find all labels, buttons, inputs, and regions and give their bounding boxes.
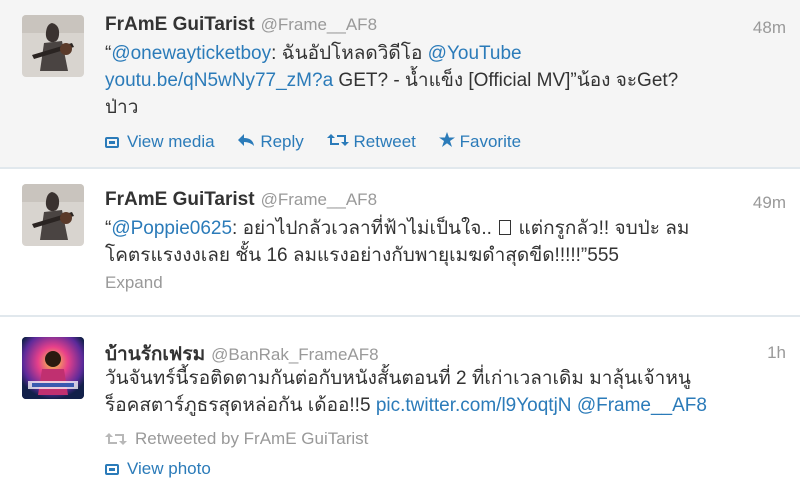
media-icon xyxy=(105,137,119,148)
retweet-label: Retweet xyxy=(353,132,416,151)
reply-button[interactable]: Reply xyxy=(237,132,304,152)
reply-label: Reply xyxy=(260,132,304,151)
expand-link[interactable]: Expand xyxy=(105,273,163,293)
url-link[interactable]: youtu.be/qN5wNy77_zM?a xyxy=(105,70,333,91)
view-photo-label: View photo xyxy=(127,459,211,478)
tweet-text-segment: แต่กรูกลัว!! จบป่ะ ลม xyxy=(518,218,690,239)
view-media-label: View media xyxy=(127,132,215,151)
retweeted-by-label[interactable]: Retweeted by FrAmE GuiTarist xyxy=(135,429,368,448)
favorite-label: Favorite xyxy=(459,132,522,151)
mention-link[interactable]: @Frame__AF8 xyxy=(577,395,707,416)
timeline: FrAmE GuiTarist @Frame__AF8 48m “@onewayt… xyxy=(0,0,800,489)
avatar[interactable] xyxy=(22,184,84,246)
tweet-header: FrAmE GuiTarist @Frame__AF8 48m xyxy=(105,14,786,38)
tweet[interactable]: FrAmE GuiTarist @Frame__AF8 49m “@Poppie0… xyxy=(0,168,800,316)
tweet-text: วันจันทร์นี้รอติดตามกันต่อกับหนังสั้นตอน… xyxy=(105,365,786,419)
mention-link[interactable]: @onewayticketboy xyxy=(111,43,271,64)
tweet-text-segment: : ฉันอัปโหลดวิดีโอ xyxy=(271,43,428,64)
missing-glyph-box xyxy=(499,220,512,235)
retweet-button[interactable]: Retweet xyxy=(326,132,416,152)
tweet-timestamp[interactable]: 1h xyxy=(767,343,786,363)
tweet-text-segment: ป่าว xyxy=(105,97,139,118)
tweet-content: FrAmE GuiTarist @Frame__AF8 49m “@Poppie0… xyxy=(105,189,786,293)
author-fullname[interactable]: บ้านรักเฟรม xyxy=(105,344,205,365)
author-username[interactable]: @BanRak_FrameAF8 xyxy=(211,345,379,364)
tweet-text-segment: โคตรแรงงงเลย ชั้น 16 ลมแรงอย่างกับพายุเม… xyxy=(105,245,619,266)
photo-link[interactable]: pic.twitter.com/l9YoqtjN xyxy=(376,395,572,416)
retweet-icon xyxy=(326,133,349,151)
avatar[interactable] xyxy=(22,337,84,399)
tweet-timestamp[interactable]: 49m xyxy=(753,193,786,213)
reply-icon xyxy=(237,133,255,151)
media-icon xyxy=(105,464,119,475)
retweet-icon xyxy=(105,431,127,445)
author-fullname[interactable]: FrAmE GuiTarist xyxy=(105,14,255,35)
tweet[interactable]: FrAmE GuiTarist @Frame__AF8 48m “@onewayt… xyxy=(0,0,800,168)
tweet-header: FrAmE GuiTarist @Frame__AF8 49m xyxy=(105,189,786,213)
author-fullname[interactable]: FrAmE GuiTarist xyxy=(105,189,255,210)
favorite-button[interactable]: Favorite xyxy=(438,132,522,152)
view-media-button[interactable]: View media xyxy=(105,132,215,152)
tweet-text-segment: : อย่าไปกลัวเวลาที่ฟ้าไม่เป็นใจ.. xyxy=(232,218,492,239)
tweet-text: “@Poppie0625: อย่าไปกลัวเวลาที่ฟ้าไม่เป็… xyxy=(105,215,786,269)
author-username[interactable]: @Frame__AF8 xyxy=(261,15,377,34)
star-icon xyxy=(438,132,455,151)
tweet-text-segment: GET? - น้ำแข็ง [Official MV]”น้อง จะGet? xyxy=(333,70,679,91)
tweet-timestamp[interactable]: 48m xyxy=(753,18,786,38)
author-username[interactable]: @Frame__AF8 xyxy=(261,190,377,209)
tweet-text-segment: ร็อคสตาร์ภูธรสุดหล่อกัน เด้ออ!!5 xyxy=(105,395,376,416)
view-photo-button[interactable]: View photo xyxy=(105,459,786,479)
tweet-header: บ้านรักเฟรม @BanRak_FrameAF8 1h xyxy=(105,339,786,365)
tweet-actions: View media Reply Retweet Favorite xyxy=(105,132,786,152)
retweeted-by: Retweeted by FrAmE GuiTarist xyxy=(105,429,786,449)
mention-link[interactable]: @YouTube xyxy=(428,43,522,64)
tweet[interactable]: บ้านรักเฟรม @BanRak_FrameAF8 1h วันจันทร์… xyxy=(0,316,800,489)
avatar[interactable] xyxy=(22,15,84,77)
tweet-text: “@onewayticketboy: ฉันอัปโหลดวิดีโอ @You… xyxy=(105,40,786,121)
tweet-content: FrAmE GuiTarist @Frame__AF8 48m “@onewayt… xyxy=(105,14,786,152)
mention-link[interactable]: @Poppie0625 xyxy=(111,218,232,239)
tweet-content: บ้านรักเฟรม @BanRak_FrameAF8 1h วันจันทร์… xyxy=(105,339,786,479)
tweet-text-segment: วันจันทร์นี้รอติดตามกันต่อกับหนังสั้นตอน… xyxy=(105,368,691,389)
